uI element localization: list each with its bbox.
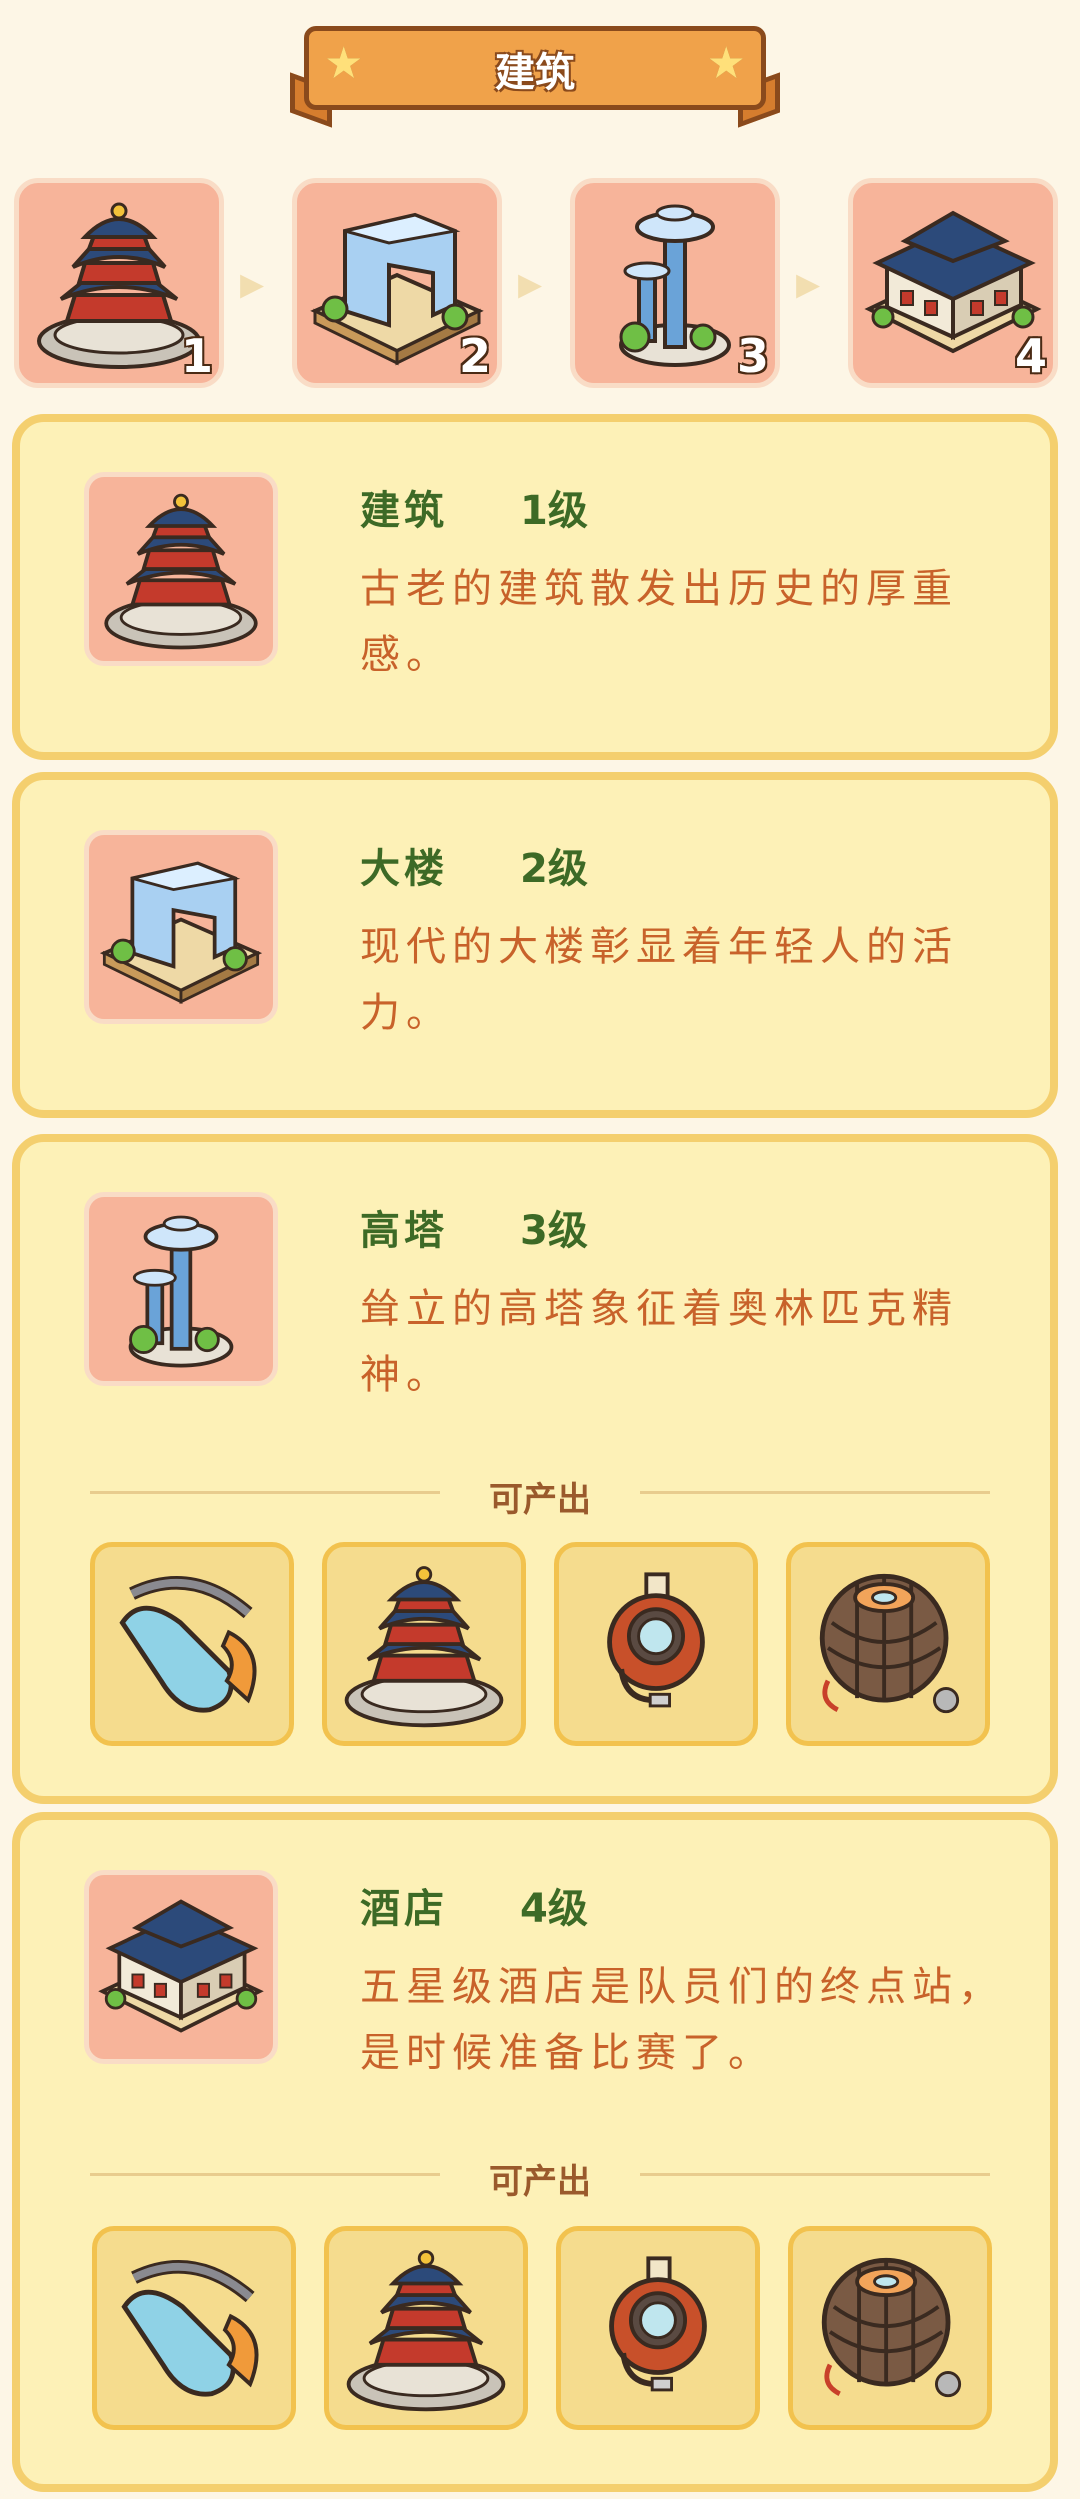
ball-icon [801,2239,979,2417]
chain-stage-2[interactable]: 2 [292,178,502,388]
goggles-icon [103,1555,281,1733]
stage-number: 3 [736,329,769,383]
stage-number: 1 [180,329,213,383]
card-level: 1级 [520,488,588,534]
card-icon-frame [84,1870,278,2064]
product-item[interactable] [322,1542,526,1746]
building-card-2: 大楼 2级 现代的大楼彰显着年轻人的活力。 [12,772,1058,1118]
produces-divider: 可产出 [90,2154,990,2202]
chevron-right-icon: ▸ [518,255,543,311]
card-description: 现代的大楼彰显着年轻人的活力。 [360,924,958,1036]
card-name: 大楼 [360,846,448,892]
product-item[interactable] [556,2226,760,2430]
ball-icon [799,1555,977,1733]
product-item[interactable] [90,1542,294,1746]
building-card-4: 酒店 4级 五星级酒店是队员们的终点站，是时候准备比赛了。 可产出 [12,1812,1058,2492]
card-icon-frame [84,472,278,666]
card-level: 4级 [520,1886,588,1932]
temple-icon [104,493,258,650]
card-level: 3级 [520,1208,588,1254]
hotel-icon [100,1899,262,2033]
page-title: 建筑 [495,50,575,96]
card-name: 建筑 [360,488,448,534]
tower-icon [128,1215,234,1368]
product-item[interactable] [324,2226,528,2430]
product-item[interactable] [92,2226,296,2430]
card-description: 古老的建筑散发出历史的厚重感。 [360,566,958,678]
glass-building-icon [102,861,260,1004]
produces-label: 可产出 [489,1480,591,1520]
product-item[interactable] [554,1542,758,1746]
card-description: 五星级酒店是队员们的终点站，是时候准备比赛了。 [360,1964,1004,2076]
produces-divider: 可产出 [90,1472,990,1520]
temple-icon [344,1565,504,1728]
stopwatch-icon [567,1555,745,1733]
chain-stage-4[interactable]: 4 [848,178,1058,388]
card-icon-frame [84,830,278,1024]
card-description: 耸立的高塔象征着奥林匹克精神。 [360,1286,958,1398]
chain-stage-1[interactable]: 1 [14,178,224,388]
temple-icon [346,2249,506,2412]
chain-stage-3[interactable]: 3 [570,178,780,388]
chevron-right-icon: ▸ [796,255,821,311]
card-name: 酒店 [360,1886,448,1932]
card-name: 高塔 [360,1208,448,1254]
card-level: 2级 [520,846,588,892]
stopwatch-icon [569,2239,747,2417]
product-item[interactable] [788,2226,992,2430]
chevron-right-icon: ▸ [240,255,265,311]
goggles-icon [105,2239,283,2417]
title-banner: ★ ★ 建筑 [290,22,780,128]
product-item[interactable] [786,1542,990,1746]
stage-number: 2 [458,329,491,383]
building-card-3: 高塔 3级 耸立的高塔象征着奥林匹克精神。 可产出 [12,1134,1058,1804]
card-icon-frame [84,1192,278,1386]
stage-number: 4 [1014,329,1047,383]
produces-label: 可产出 [489,2162,591,2202]
building-card-1: 建筑 1级 古老的建筑散发出历史的厚重感。 [12,414,1058,760]
